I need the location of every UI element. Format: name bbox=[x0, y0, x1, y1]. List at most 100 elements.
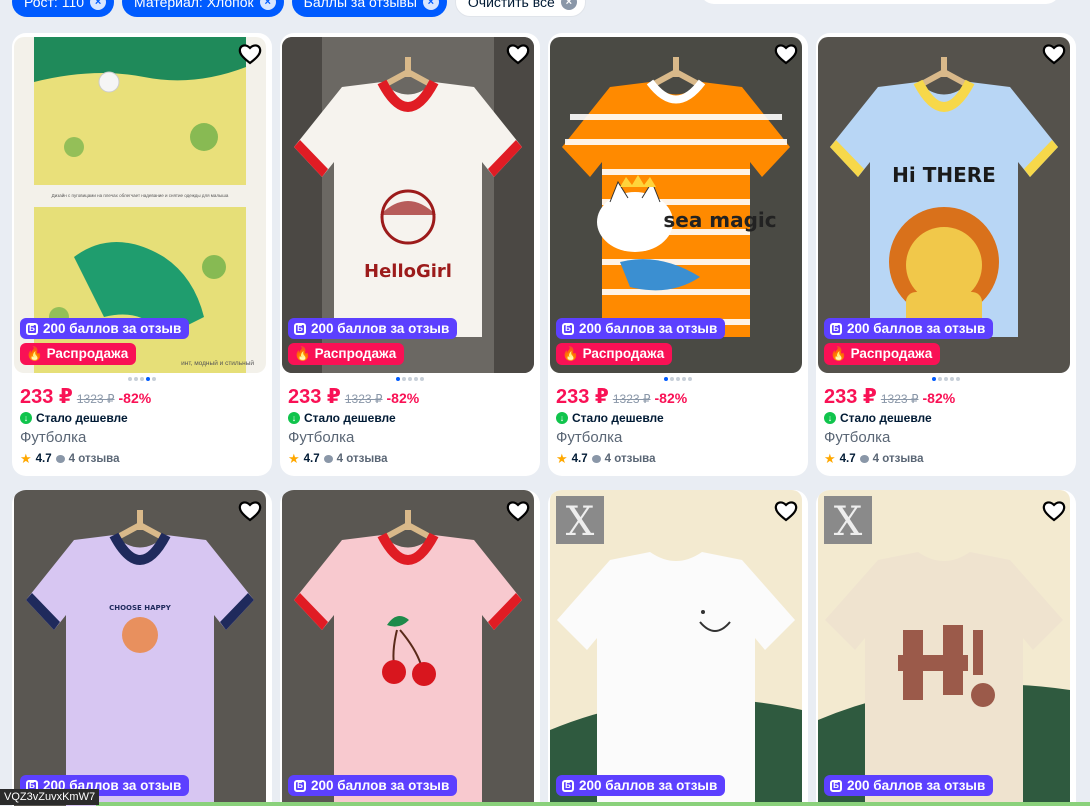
bonus-label: 200 баллов за отзыв bbox=[579, 321, 718, 336]
filter-chip-material[interactable]: Материал: Хлопок × bbox=[122, 0, 284, 17]
close-icon[interactable]: × bbox=[90, 0, 107, 10]
bonus-label: 200 баллов за отзыв bbox=[43, 321, 182, 336]
chat-bubble-icon bbox=[323, 455, 333, 463]
product-title[interactable]: Футболка bbox=[824, 429, 1068, 446]
sale-label: Распродажа bbox=[314, 346, 397, 361]
heart-icon[interactable] bbox=[506, 43, 530, 65]
product-title[interactable]: Футболка bbox=[20, 429, 264, 446]
cheaper-text: Стало дешевле bbox=[572, 411, 664, 425]
reviews-count[interactable]: 4 отзыва bbox=[337, 453, 388, 465]
chat-bubble-icon bbox=[591, 455, 601, 463]
rating: ★ 4.7 4 отзыва bbox=[824, 451, 1068, 467]
bonus-icon: Б bbox=[830, 322, 842, 335]
price: 233 ₽ bbox=[824, 386, 877, 408]
image-caption: инт, модный и стильный bbox=[181, 359, 254, 367]
bonus-label: 200 баллов за отзыв bbox=[847, 321, 986, 336]
product-title[interactable]: Футболка bbox=[556, 429, 800, 446]
filter-chip-label: Материал: Хлопок bbox=[134, 0, 254, 10]
filter-chip-bonus[interactable]: Баллы за отзывы × bbox=[291, 0, 447, 17]
reviews-count[interactable]: 4 отзыва bbox=[605, 453, 656, 465]
shirt-print: sea magic bbox=[663, 208, 776, 232]
old-price: 1323 ₽ bbox=[344, 392, 383, 406]
shirt-print: Hi THERE bbox=[892, 163, 996, 187]
product-card[interactable]: X Б 200 баллов за отзыв bbox=[816, 490, 1076, 806]
shirt-print: HelloGirl bbox=[364, 261, 452, 282]
fire-icon: 🔥 bbox=[830, 346, 847, 361]
heart-icon[interactable] bbox=[238, 500, 262, 522]
arrow-down-icon: ↓ bbox=[20, 412, 32, 424]
cheaper-text: Стало дешевле bbox=[840, 411, 932, 425]
fire-icon: 🔥 bbox=[26, 346, 43, 361]
product-card[interactable]: Б 200 баллов за отзыв bbox=[280, 490, 540, 806]
cheaper-text: Стало дешевле bbox=[36, 411, 128, 425]
product-card[interactable]: CHOOSE HAPPY Б 200 баллов за отзыв bbox=[12, 490, 272, 806]
price-drop-label: ↓ Стало дешевле bbox=[288, 411, 532, 425]
reviews-count[interactable]: 4 отзыва bbox=[873, 453, 924, 465]
bonus-icon: Б bbox=[562, 322, 574, 335]
rating: ★ 4.7 4 отзыва bbox=[20, 451, 264, 467]
heart-icon[interactable] bbox=[774, 43, 798, 65]
product-card[interactable]: sea magic Б 200 баллов за отзыв 🔥 Распрод… bbox=[548, 33, 808, 476]
cheaper-text: Стало дешевле bbox=[304, 411, 396, 425]
heart-icon[interactable] bbox=[774, 500, 798, 522]
product-image[interactable]: X bbox=[818, 490, 1070, 806]
discount: -82% bbox=[922, 390, 956, 406]
clear-all-button[interactable]: Очистить все × bbox=[454, 0, 586, 17]
chat-bubble-icon bbox=[55, 455, 65, 463]
bonus-badge: Б 200 баллов за отзыв bbox=[20, 318, 190, 339]
product-card[interactable]: Hi THERE Б 200 баллов за отзыв 🔥 Распрода… bbox=[816, 33, 1076, 476]
rating-value: 4.7 bbox=[303, 453, 320, 465]
arrow-down-icon: ↓ bbox=[556, 412, 568, 424]
star-icon: ★ bbox=[288, 451, 300, 466]
heart-icon[interactable] bbox=[238, 43, 262, 65]
star-icon: ★ bbox=[824, 451, 836, 466]
close-icon: × bbox=[560, 0, 577, 10]
product-card[interactable]: HelloGirl Б 200 баллов за отзыв 🔥 Распрод… bbox=[280, 33, 540, 476]
shirt-print: CHOOSE HAPPY bbox=[109, 604, 172, 612]
reviews-count[interactable]: 4 отзыва bbox=[69, 453, 120, 465]
image-pager bbox=[12, 377, 272, 381]
image-caption: Дизайн с пуговицами на плечах облегчает … bbox=[52, 192, 229, 198]
sale-badge: 🔥 Распродажа bbox=[824, 343, 941, 365]
heart-icon[interactable] bbox=[1042, 43, 1066, 65]
close-icon[interactable]: × bbox=[259, 0, 276, 10]
bonus-badge: Б 200 баллов за отзыв bbox=[556, 775, 726, 796]
heart-icon[interactable] bbox=[506, 500, 530, 522]
product-image[interactable]: CHOOSE HAPPY bbox=[14, 490, 266, 806]
sale-badge: 🔥 Распродажа bbox=[20, 343, 137, 365]
product-image[interactable]: X bbox=[550, 490, 802, 806]
rating: ★ 4.7 4 отзыва bbox=[288, 451, 532, 467]
heart-icon[interactable] bbox=[1042, 500, 1066, 522]
old-price: 1323 ₽ bbox=[612, 392, 651, 406]
sale-label: Распродажа bbox=[850, 346, 933, 361]
sale-label: Распродажа bbox=[582, 346, 665, 361]
bonus-badge: Б 200 баллов за отзыв bbox=[556, 318, 726, 339]
clear-all-label: Очистить все bbox=[467, 0, 555, 10]
discount: -82% bbox=[386, 390, 420, 406]
sale-badge: 🔥 Распродажа bbox=[556, 343, 673, 365]
bonus-icon: Б bbox=[294, 322, 306, 335]
rating: ★ 4.7 4 отзыва bbox=[556, 451, 800, 467]
discount: -82% bbox=[654, 390, 688, 406]
old-price: 1323 ₽ bbox=[76, 392, 115, 406]
bonus-icon: Б bbox=[830, 779, 842, 792]
url-tooltip: VQZ3vZuvxKmW7 bbox=[0, 789, 100, 805]
product-card[interactable]: Дизайн с пуговицами на плечах облегчает … bbox=[12, 33, 272, 476]
old-price: 1323 ₽ bbox=[880, 392, 919, 406]
rating-value: 4.7 bbox=[839, 453, 856, 465]
product-grid: Дизайн с пуговицами на плечах облегчает … bbox=[12, 33, 1076, 806]
bonus-badge: Б 200 баллов за отзыв bbox=[824, 775, 994, 796]
arrow-down-icon: ↓ bbox=[288, 412, 300, 424]
product-image[interactable] bbox=[282, 490, 534, 806]
sale-badge: 🔥 Распродажа bbox=[288, 343, 405, 365]
brand-logo: X bbox=[566, 499, 595, 545]
bonus-label: 200 баллов за отзыв bbox=[311, 778, 450, 793]
price: 233 ₽ bbox=[556, 386, 609, 408]
chat-bubble-icon bbox=[859, 455, 869, 463]
close-icon[interactable]: × bbox=[422, 0, 439, 10]
filter-chip-height[interactable]: Рост: 110 × bbox=[12, 0, 115, 17]
product-title[interactable]: Футболка bbox=[288, 429, 532, 446]
rating-value: 4.7 bbox=[571, 453, 588, 465]
price: 233 ₽ bbox=[288, 386, 341, 408]
product-card[interactable]: X Б 200 баллов за отзыв bbox=[548, 490, 808, 806]
